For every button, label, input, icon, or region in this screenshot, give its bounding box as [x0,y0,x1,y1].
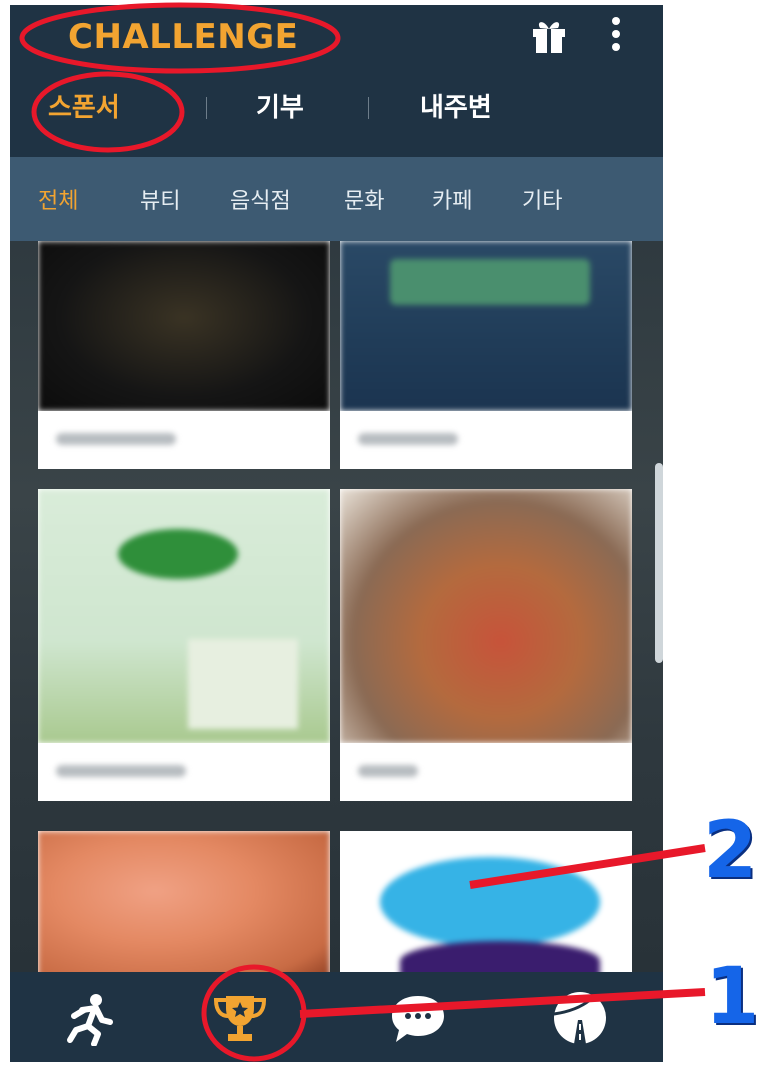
card-image [38,489,330,743]
tab-divider [368,97,369,119]
app-header: CHALLENGE 스폰서 기부 내주변 [10,5,663,157]
sponsor-card[interactable] [38,489,330,801]
sponsor-grid [10,241,663,972]
category-beauty[interactable]: 뷰티 [140,183,180,215]
app-title: CHALLENGE [68,17,299,57]
card-image [340,241,632,411]
phone-screen: CHALLENGE 스폰서 기부 내주변 전체 뷰티 음식점 문화 카페 기타 [10,5,663,1062]
sponsor-card[interactable] [38,831,330,972]
sponsor-card[interactable] [340,831,632,972]
category-cafe[interactable]: 카페 [432,183,472,215]
tab-sponsor[interactable]: 스폰서 [48,87,120,124]
sponsor-card[interactable] [38,241,330,469]
category-all[interactable]: 전체 [38,183,78,215]
card-image [38,831,330,972]
road-icon[interactable] [550,990,610,1046]
category-etc[interactable]: 기타 [522,183,562,215]
tab-divider [206,97,207,119]
category-restaurant[interactable]: 음식점 [230,183,291,215]
sponsor-card[interactable] [340,241,632,469]
sponsor-card[interactable] [340,489,632,801]
category-bar: 전체 뷰티 음식점 문화 카페 기타 [10,157,663,241]
card-caption [38,743,330,801]
annotation-label-1: 1 [705,952,760,1042]
scrollbar-thumb[interactable] [655,463,663,663]
category-culture[interactable]: 문화 [344,183,384,215]
main-tabs: 스폰서 기부 내주변 [10,81,663,129]
bottom-navigation [10,972,663,1062]
annotation-label-2: 2 [703,806,758,896]
chat-bubble-icon[interactable] [388,990,448,1046]
card-image [340,489,632,743]
tab-donation[interactable]: 기부 [256,87,304,124]
card-caption [340,411,632,469]
card-caption [340,743,632,801]
more-vertical-icon[interactable] [608,13,624,53]
running-person-icon[interactable] [60,990,120,1046]
card-caption [38,411,330,469]
trophy-icon[interactable] [210,990,270,1046]
gift-icon[interactable] [530,17,568,53]
tab-nearby[interactable]: 내주변 [420,87,492,124]
card-image [340,831,632,972]
card-image [38,241,330,411]
